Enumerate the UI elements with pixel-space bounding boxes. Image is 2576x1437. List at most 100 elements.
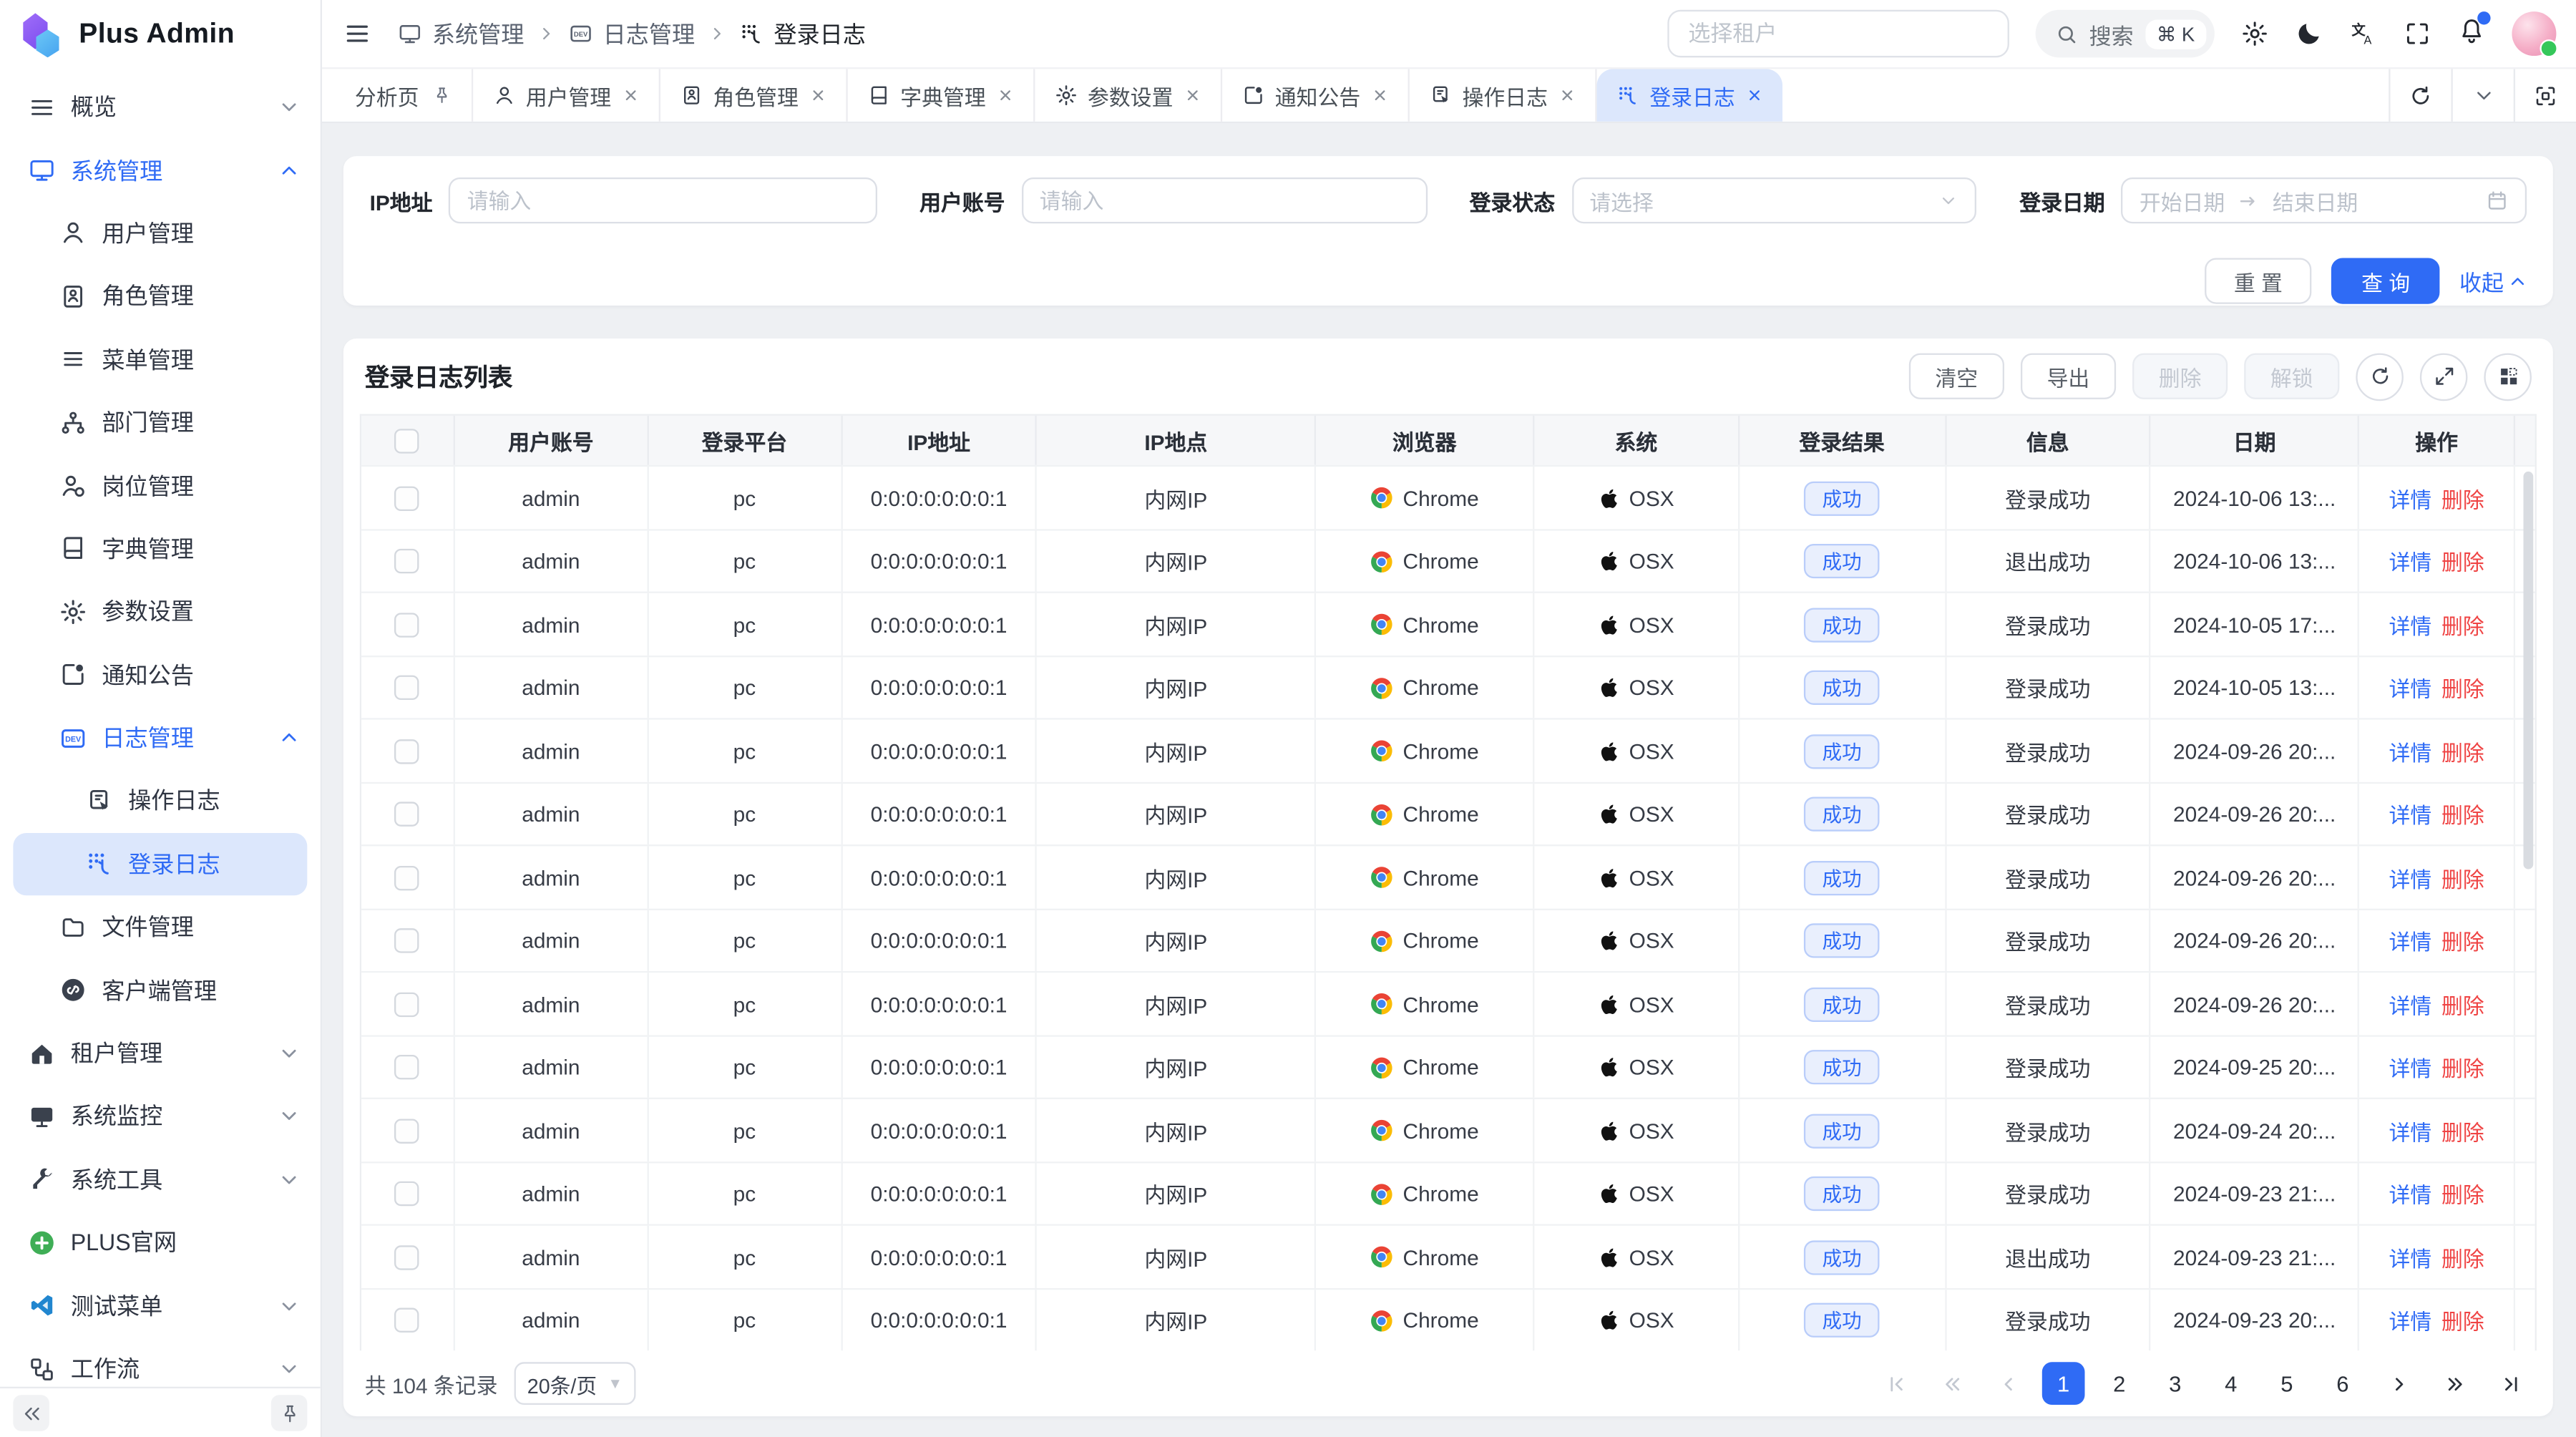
- translate-icon[interactable]: 文A: [2349, 20, 2377, 48]
- sidebar-item-monitor[interactable]: 系统监控: [0, 1085, 321, 1148]
- tab-close-icon[interactable]: [1185, 87, 1201, 104]
- row-checkbox[interactable]: [395, 1055, 419, 1079]
- pager-page-3[interactable]: 3: [2154, 1363, 2197, 1406]
- sidebar-item-tool[interactable]: 系统工具: [0, 1148, 321, 1211]
- delete-link[interactable]: 删除: [2441, 1179, 2484, 1210]
- dark-mode-moon-icon[interactable]: [2295, 20, 2323, 48]
- pager-last-button[interactable]: [2489, 1363, 2532, 1406]
- sidebar-item-dict[interactable]: 字典管理: [0, 517, 321, 580]
- tab-close-icon[interactable]: [810, 87, 826, 104]
- query-button[interactable]: 查 询: [2332, 258, 2440, 303]
- pager-page-1[interactable]: 1: [2042, 1363, 2085, 1406]
- row-checkbox[interactable]: [395, 1119, 419, 1143]
- column-settings-button[interactable]: [2484, 353, 2532, 401]
- row-checkbox[interactable]: [395, 613, 419, 637]
- pager-page-4[interactable]: 4: [2210, 1363, 2253, 1406]
- select-all-checkbox[interactable]: [395, 429, 419, 453]
- sidebar-item-param[interactable]: 参数设置: [0, 580, 321, 643]
- breadcrumb-item[interactable]: 登录日志: [739, 17, 866, 50]
- sidebar-item-notice[interactable]: 通知公告: [0, 643, 321, 706]
- unlock-button[interactable]: 解锁: [2244, 354, 2339, 399]
- row-checkbox[interactable]: [395, 676, 419, 700]
- detail-link[interactable]: 详情: [2389, 609, 2431, 640]
- row-checkbox[interactable]: [395, 1308, 419, 1333]
- pager-next-fast-button[interactable]: [2433, 1363, 2476, 1406]
- tenant-select[interactable]: [1667, 10, 2009, 58]
- detail-link[interactable]: 详情: [2389, 925, 2431, 957]
- clear-button[interactable]: 清空: [1909, 354, 2004, 399]
- global-search[interactable]: 搜索 ⌘ K: [2035, 10, 2215, 58]
- ip-input[interactable]: [467, 188, 859, 213]
- pager-page-2[interactable]: 2: [2098, 1363, 2141, 1406]
- row-checkbox[interactable]: [395, 802, 419, 827]
- tab-字典管理[interactable]: 字典管理: [848, 69, 1035, 121]
- delete-link[interactable]: 删除: [2441, 736, 2484, 767]
- pager-prev-fast-button[interactable]: [1931, 1363, 1974, 1406]
- delete-link[interactable]: 删除: [2441, 799, 2484, 830]
- tab-参数设置[interactable]: 参数设置: [1035, 69, 1223, 121]
- row-checkbox[interactable]: [395, 1182, 419, 1206]
- table-fullscreen-button[interactable]: [2420, 353, 2468, 401]
- row-checkbox[interactable]: [395, 739, 419, 763]
- tab-close-icon[interactable]: [1372, 87, 1388, 104]
- sidebar-item-log[interactable]: DEV日志管理: [0, 706, 321, 769]
- detail-link[interactable]: 详情: [2389, 736, 2431, 767]
- tab-menu-button[interactable]: [2451, 69, 2513, 121]
- sidebar-item-tenant[interactable]: 租户管理: [0, 1022, 321, 1085]
- tab-操作日志[interactable]: 操作日志: [1410, 69, 1597, 121]
- sidebar-item-operlog[interactable]: 操作日志: [0, 769, 321, 832]
- row-checkbox[interactable]: [395, 865, 419, 890]
- table-refresh-button[interactable]: [2356, 353, 2404, 401]
- sidebar-item-dept[interactable]: 部门管理: [0, 391, 321, 454]
- row-checkbox[interactable]: [395, 992, 419, 1016]
- sidebar-item-loginlog[interactable]: 登录日志: [13, 832, 307, 895]
- detail-link[interactable]: 详情: [2389, 1115, 2431, 1146]
- delete-link[interactable]: 删除: [2441, 482, 2484, 514]
- sidebar-item-file[interactable]: 文件管理: [0, 895, 321, 958]
- delete-link[interactable]: 删除: [2441, 1052, 2484, 1083]
- user-avatar[interactable]: [2512, 11, 2556, 56]
- collapse-filter-link[interactable]: 收起: [2459, 265, 2527, 298]
- detail-link[interactable]: 详情: [2389, 862, 2431, 894]
- detail-link[interactable]: 详情: [2389, 1242, 2431, 1273]
- sidebar-item-overview[interactable]: 概览: [0, 76, 321, 139]
- delete-link[interactable]: 删除: [2441, 1305, 2484, 1336]
- menu-collapse-icon[interactable]: [343, 20, 371, 48]
- row-checkbox[interactable]: [395, 486, 419, 510]
- sidebar-item-plus-site[interactable]: PLUS官网: [0, 1211, 321, 1274]
- breadcrumb-item[interactable]: DEV日志管理: [568, 17, 695, 50]
- account-input[interactable]: [1040, 188, 1409, 213]
- delete-link[interactable]: 删除: [2441, 1115, 2484, 1146]
- tab-close-icon[interactable]: [1747, 87, 1763, 104]
- sidebar-item-test[interactable]: 测试菜单: [0, 1274, 321, 1337]
- sidebar-item-client[interactable]: 客户端管理: [0, 959, 321, 1022]
- tab-角色管理[interactable]: 角色管理: [660, 69, 848, 121]
- row-checkbox[interactable]: [395, 1245, 419, 1270]
- pager-page-5[interactable]: 5: [2265, 1363, 2308, 1406]
- delete-link[interactable]: 删除: [2441, 609, 2484, 640]
- sidebar-item-menu[interactable]: 菜单管理: [0, 328, 321, 391]
- delete-link[interactable]: 删除: [2441, 925, 2484, 957]
- settings-gear-icon[interactable]: [2241, 20, 2269, 48]
- table-scrollbar[interactable]: [2524, 472, 2534, 869]
- pager-prev-button[interactable]: [1986, 1363, 2029, 1406]
- delete-link[interactable]: 删除: [2441, 988, 2484, 1020]
- sidebar-item-user[interactable]: 用户管理: [0, 202, 321, 265]
- pager-next-button[interactable]: [2377, 1363, 2420, 1406]
- page-size-select[interactable]: 20条/页 ▼: [514, 1363, 635, 1406]
- sidebar-item-role[interactable]: 角色管理: [0, 265, 321, 328]
- fullscreen-icon[interactable]: [2404, 20, 2431, 48]
- breadcrumb-item[interactable]: 系统管理: [398, 17, 525, 50]
- tab-close-icon[interactable]: [623, 87, 639, 104]
- date-range-picker[interactable]: 开始日期 结束日期: [2122, 177, 2527, 223]
- delete-link[interactable]: 删除: [2441, 672, 2484, 703]
- sidebar-pin-button[interactable]: [271, 1395, 308, 1431]
- sidebar-item-workflow[interactable]: 工作流: [0, 1337, 321, 1386]
- sidebar-item-post[interactable]: 岗位管理: [0, 454, 321, 517]
- tenant-select-input[interactable]: [1688, 21, 1987, 46]
- detail-link[interactable]: 详情: [2389, 672, 2431, 703]
- detail-link[interactable]: 详情: [2389, 482, 2431, 514]
- detail-link[interactable]: 详情: [2389, 988, 2431, 1020]
- delete-button[interactable]: 删除: [2132, 354, 2228, 399]
- sidebar-collapse-button[interactable]: [13, 1395, 49, 1431]
